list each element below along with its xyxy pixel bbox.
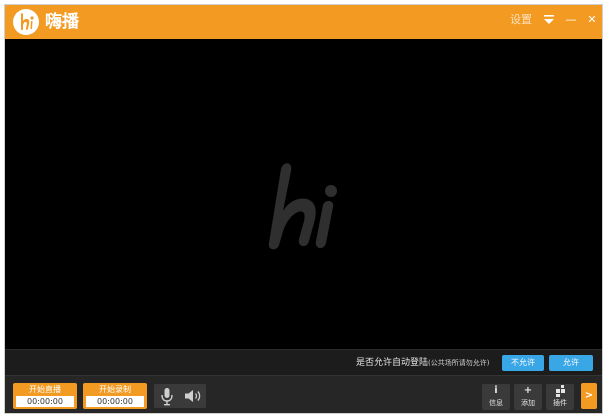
live-timer: 00:00:00	[16, 396, 74, 407]
hi-logo-icon	[13, 9, 39, 35]
microphone-button[interactable]	[154, 384, 180, 408]
minimize-button[interactable]: —	[562, 9, 580, 31]
auto-login-prompt: 是否允许自动登陆(公共场所请勿允许) 不允许 允许	[5, 349, 602, 375]
info-icon: i	[494, 385, 498, 396]
deny-auto-login-button[interactable]: 不允许	[502, 355, 544, 371]
app-window: 嗨播 设置 — ✕ 是否允许自动登陆(公共场所请勿允许) 不允许 允许 开始直播…	[4, 4, 603, 414]
start-record-label: 开始录制	[99, 385, 131, 394]
settings-button[interactable]: 设置	[505, 9, 537, 31]
auto-login-question-text: 是否允许自动登陆	[356, 358, 429, 368]
info-label: 信息	[489, 399, 503, 407]
add-button[interactable]: + 添加	[514, 384, 542, 410]
close-button[interactable]: ✕	[583, 9, 601, 31]
hi-watermark-icon	[268, 163, 337, 250]
microphone-icon	[161, 388, 173, 406]
start-live-label: 开始直播	[29, 385, 61, 394]
video-preview	[5, 39, 602, 349]
record-timer: 00:00:00	[86, 396, 144, 407]
plugin-icon	[556, 385, 565, 397]
speaker-button[interactable]	[180, 384, 206, 408]
title-bar[interactable]: 嗨播 设置 — ✕	[5, 5, 602, 39]
info-button[interactable]: i 信息	[482, 384, 510, 410]
plugin-button[interactable]: 插件	[546, 384, 574, 410]
expand-panel-button[interactable]: >	[581, 383, 597, 409]
speaker-icon	[185, 390, 201, 402]
plus-icon: +	[523, 385, 533, 396]
allow-auto-login-button[interactable]: 允许	[549, 355, 593, 371]
triangle-down-icon	[544, 15, 554, 24]
auto-login-hint: (公共场所请勿允许)	[428, 359, 490, 367]
app-title: 嗨播	[45, 12, 79, 32]
start-live-button[interactable]: 开始直播 00:00:00	[13, 383, 77, 409]
plugin-label: 插件	[553, 399, 567, 407]
control-bar: 开始直播 00:00:00 开始录制 00:00:00 i 信息 + 添加 插件…	[5, 375, 602, 413]
start-record-button[interactable]: 开始录制 00:00:00	[83, 383, 147, 409]
add-label: 添加	[521, 399, 535, 407]
audio-controls	[154, 384, 206, 408]
auto-login-question: 是否允许自动登陆(公共场所请勿允许)	[356, 355, 489, 371]
menu-dropdown-button[interactable]	[540, 9, 558, 31]
